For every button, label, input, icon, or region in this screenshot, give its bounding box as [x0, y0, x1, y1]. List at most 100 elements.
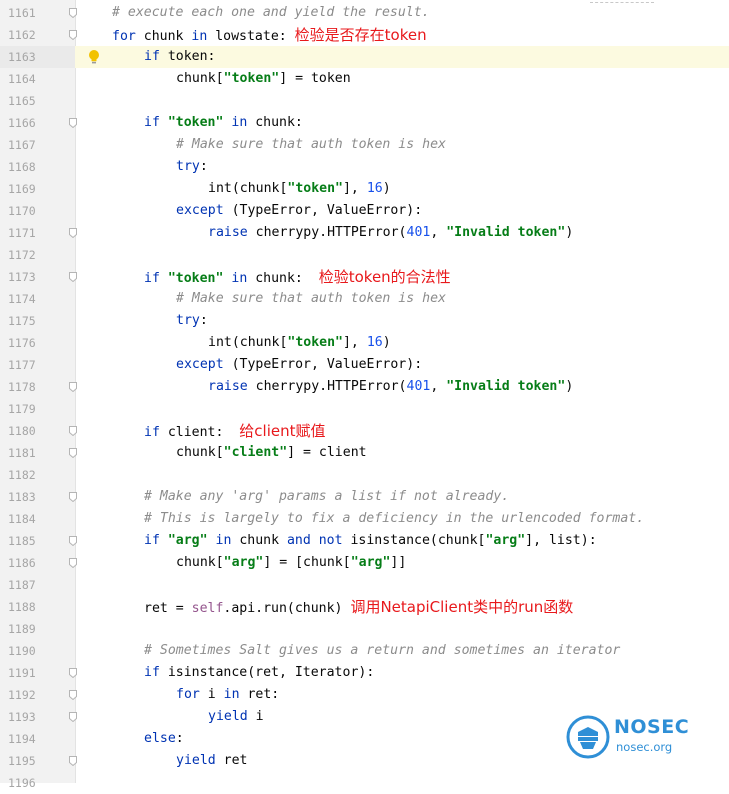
- fold-marker-icon[interactable]: [69, 272, 77, 282]
- code-token: # execute each one and yield the result.: [112, 5, 430, 20]
- code-line[interactable]: 1162 for chunk in lowstate: 检验是否存在token: [0, 24, 729, 46]
- code-token: chunk:: [247, 115, 303, 130]
- fold-marker-icon[interactable]: [69, 30, 77, 40]
- code-token: 401: [406, 379, 431, 394]
- code-token: # This is largely to fix a deficiency in…: [144, 511, 645, 526]
- code-line[interactable]: 1166 if "token" in chunk:: [0, 112, 729, 134]
- fold-marker-icon[interactable]: [69, 756, 77, 766]
- code-text[interactable]: except (TypeError, ValueError):: [176, 354, 422, 376]
- code-text[interactable]: try:: [176, 310, 208, 332]
- code-line[interactable]: 1176 int(chunk["token"], 16): [0, 332, 729, 354]
- code-line[interactable]: 1171 raise cherrypy.HTTPError(401, "Inval…: [0, 222, 729, 244]
- code-text[interactable]: if client: 给client赋值: [144, 420, 326, 442]
- code-line[interactable]: 1187: [0, 574, 729, 596]
- code-text[interactable]: int(chunk["token"], 16): [208, 178, 391, 200]
- code-line[interactable]: 1180 if client: 给client赋值: [0, 420, 729, 442]
- code-text[interactable]: int(chunk["token"], 16): [208, 332, 391, 354]
- code-lines[interactable]: 1161 # execute each one and yield the res…: [0, 2, 729, 794]
- lightbulb-icon[interactable]: [88, 49, 100, 65]
- code-text[interactable]: raise cherrypy.HTTPError(401, "Invalid t…: [208, 222, 573, 244]
- code-text[interactable]: try:: [176, 156, 208, 178]
- code-text[interactable]: yield ret: [176, 750, 247, 772]
- code-token: ret =: [144, 601, 192, 616]
- code-line[interactable]: 1173 if "token" in chunk: 检验token的合法性: [0, 266, 729, 288]
- code-line[interactable]: 1185 if "arg" in chunk and not isinstance…: [0, 530, 729, 552]
- code-token: try: [176, 313, 200, 328]
- code-token: ], list):: [525, 533, 597, 548]
- code-text[interactable]: # This is largely to fix a deficiency in…: [144, 508, 644, 530]
- code-line[interactable]: 1182: [0, 464, 729, 486]
- code-text[interactable]: for chunk in lowstate: 检验是否存在token: [112, 24, 427, 46]
- fold-marker-icon[interactable]: [69, 448, 77, 458]
- code-line[interactable]: 1189: [0, 618, 729, 640]
- code-line[interactable]: 1175 try:: [0, 310, 729, 332]
- code-line[interactable]: 1163 if token:: [0, 46, 729, 68]
- code-text[interactable]: if isinstance(ret, Iterator):: [144, 662, 374, 684]
- code-line[interactable]: 1190 # Sometimes Salt gives us a return a…: [0, 640, 729, 662]
- line-number: 1184: [8, 512, 36, 526]
- line-number: 1165: [8, 94, 36, 108]
- line-number: 1176: [8, 336, 36, 350]
- code-line[interactable]: 1167 # Make sure that auth token is hex: [0, 134, 729, 156]
- code-line[interactable]: 1177 except (TypeError, ValueError):: [0, 354, 729, 376]
- code-text[interactable]: chunk["token"] = token: [176, 68, 351, 90]
- fold-marker-icon[interactable]: [69, 228, 77, 238]
- code-text[interactable]: raise cherrypy.HTTPError(401, "Invalid t…: [208, 376, 573, 398]
- code-line[interactable]: 1188 ret = self.api.run(chunk) 调用NetapiCl…: [0, 596, 729, 618]
- fold-marker-icon[interactable]: [69, 8, 77, 18]
- code-text[interactable]: for i in ret:: [176, 684, 279, 706]
- code-text[interactable]: except (TypeError, ValueError):: [176, 200, 422, 222]
- code-line[interactable]: 1165: [0, 90, 729, 112]
- code-token: chunk: [135, 29, 192, 44]
- code-line[interactable]: 1168 try:: [0, 156, 729, 178]
- code-line[interactable]: 1161 # execute each one and yield the res…: [0, 2, 729, 24]
- code-text[interactable]: if "arg" in chunk and not isinstance(chu…: [144, 530, 597, 552]
- code-text[interactable]: if token:: [144, 46, 215, 68]
- code-token: except: [176, 357, 224, 372]
- code-text[interactable]: # Make sure that auth token is hex: [176, 134, 446, 156]
- code-line[interactable]: 1186 chunk["arg"] = [chunk["arg"]]: [0, 552, 729, 574]
- code-line[interactable]: 1192 for i in ret:: [0, 684, 729, 706]
- code-text[interactable]: # Make any 'arg' params a list if not al…: [144, 486, 509, 508]
- fold-marker-icon[interactable]: [69, 426, 77, 436]
- nosec-url: nosec.org: [616, 740, 673, 754]
- code-line[interactable]: 1181 chunk["client"] = client: [0, 442, 729, 464]
- code-line[interactable]: 1169 int(chunk["token"], 16): [0, 178, 729, 200]
- code-line[interactable]: 1196: [0, 772, 729, 794]
- fold-marker-icon[interactable]: [69, 118, 77, 128]
- code-text[interactable]: if "token" in chunk: 检验token的合法性: [144, 266, 451, 288]
- code-token: if: [144, 425, 160, 440]
- code-text[interactable]: # execute each one and yield the result.: [112, 2, 430, 24]
- code-text[interactable]: ret = self.api.run(chunk) 调用NetapiClient…: [144, 596, 573, 618]
- code-line[interactable]: 1179: [0, 398, 729, 420]
- code-line[interactable]: 1184 # This is largely to fix a deficienc…: [0, 508, 729, 530]
- code-text[interactable]: chunk["arg"] = [chunk["arg"]]: [176, 552, 406, 574]
- line-number: 1189: [8, 622, 36, 636]
- fold-marker-icon[interactable]: [69, 668, 77, 678]
- code-editor[interactable]: 1161 # execute each one and yield the res…: [0, 0, 729, 790]
- code-line[interactable]: 1170 except (TypeError, ValueError):: [0, 200, 729, 222]
- code-token: if: [144, 271, 160, 286]
- fold-marker-icon[interactable]: [69, 382, 77, 392]
- code-line[interactable]: 1178 raise cherrypy.HTTPError(401, "Inval…: [0, 376, 729, 398]
- code-text[interactable]: # Sometimes Salt gives us a return and s…: [144, 640, 620, 662]
- code-token: ],: [342, 335, 367, 350]
- code-text[interactable]: else:: [144, 728, 184, 750]
- code-text[interactable]: if "token" in chunk:: [144, 112, 303, 134]
- code-text[interactable]: # Make sure that auth token is hex: [176, 288, 446, 310]
- fold-marker-icon[interactable]: [69, 690, 77, 700]
- code-line[interactable]: 1174 # Make sure that auth token is hex: [0, 288, 729, 310]
- line-number: 1166: [8, 116, 36, 130]
- code-token: in: [231, 115, 248, 130]
- code-text[interactable]: chunk["client"] = client: [176, 442, 367, 464]
- code-line[interactable]: 1191 if isinstance(ret, Iterator):: [0, 662, 729, 684]
- fold-marker-icon[interactable]: [69, 536, 77, 546]
- fold-marker-icon[interactable]: [69, 492, 77, 502]
- fold-marker-icon[interactable]: [69, 558, 77, 568]
- code-line[interactable]: 1183 # Make any 'arg' params a list if no…: [0, 486, 729, 508]
- code-text[interactable]: yield i: [208, 706, 264, 728]
- fold-marker-icon[interactable]: [69, 712, 77, 722]
- code-token: "arg": [223, 555, 264, 570]
- code-line[interactable]: 1172: [0, 244, 729, 266]
- code-line[interactable]: 1164 chunk["token"] = token: [0, 68, 729, 90]
